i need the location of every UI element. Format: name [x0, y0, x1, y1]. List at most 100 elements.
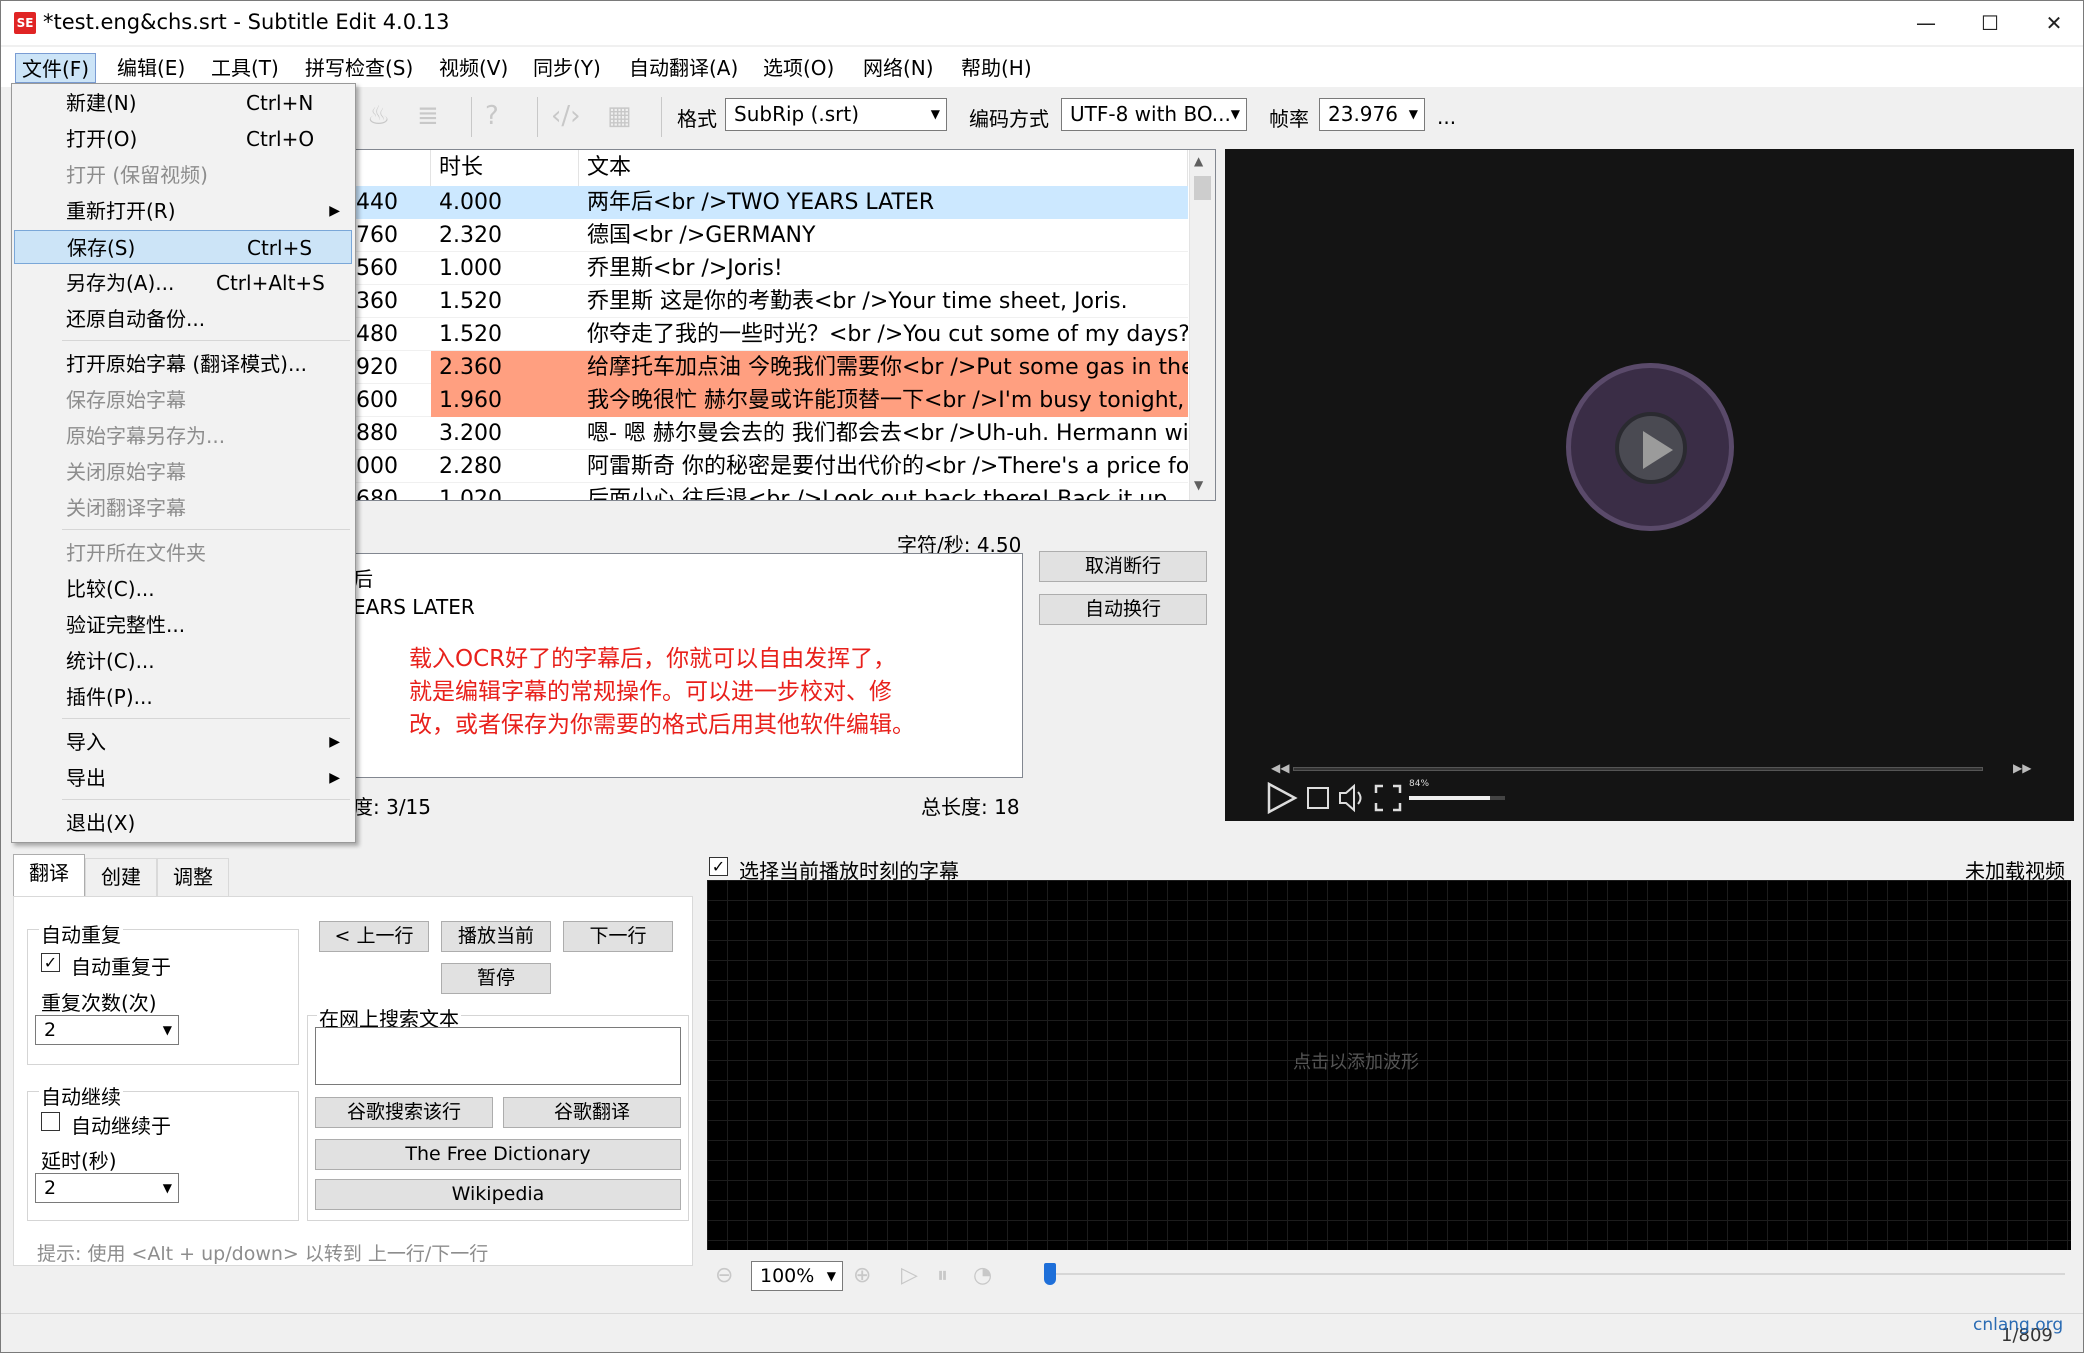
- repeat-count-label: 重复次数(次): [41, 991, 157, 1015]
- menu-auto-translate[interactable]: 自动翻译(A): [623, 53, 744, 83]
- menu-file[interactable]: 文件(F): [15, 53, 97, 83]
- hint-text: 提示: 使用 <Alt + up/down> 以转到 上一行/下一行: [37, 1243, 489, 1265]
- file-menu-item[interactable]: 统计(C)...: [14, 644, 352, 678]
- play-current-button[interactable]: 播放当前: [441, 921, 551, 952]
- auto-break-button[interactable]: 自动换行: [1039, 594, 1207, 625]
- minimize-button[interactable]: —: [1894, 1, 1958, 45]
- layout-icon[interactable]: ▦: [607, 99, 632, 133]
- auto-continue-checkbox[interactable]: [41, 1112, 60, 1131]
- scroll-up-icon[interactable]: ▲: [1194, 154, 1203, 168]
- file-menu-item: 保存原始字幕: [14, 383, 352, 417]
- zoom-select[interactable]: 100% ▼: [751, 1261, 843, 1291]
- play-control-icon[interactable]: [1265, 781, 1299, 815]
- cell-end-time: 440: [348, 186, 431, 219]
- menu-spellcheck[interactable]: 拼写检查(S): [299, 53, 419, 83]
- scroll-thumb[interactable]: [1194, 176, 1211, 200]
- menu-item-label: 比较(C)...: [66, 577, 155, 601]
- delay-select[interactable]: 2 ▼: [35, 1173, 179, 1203]
- speed-gauge-icon[interactable]: ◔: [973, 1263, 992, 1288]
- cell-duration: 2.320: [439, 223, 502, 248]
- menu-edit[interactable]: 编辑(E): [111, 53, 191, 83]
- menu-item-label: 原始字幕另存为...: [66, 424, 226, 448]
- file-menu-item[interactable]: 插件(P)...: [14, 680, 352, 714]
- zoom-in-icon[interactable]: ⊕: [853, 1263, 871, 1288]
- cell-duration: 3.200: [439, 421, 502, 446]
- submenu-arrow-icon: ▶: [329, 770, 340, 786]
- big-play-button[interactable]: [1566, 363, 1734, 531]
- play-waveform-icon[interactable]: ▷: [901, 1263, 918, 1288]
- waveform-position-track[interactable]: [1049, 1273, 2065, 1275]
- file-menu-item[interactable]: 比较(C)...: [14, 572, 352, 606]
- file-menu-item[interactable]: 另存为(A)... Ctrl+Alt+S: [14, 266, 352, 300]
- auto-repeat-checkbox[interactable]: ✓: [41, 953, 60, 972]
- pause-button[interactable]: 暂停: [441, 963, 551, 994]
- volume-slider[interactable]: [1409, 796, 1505, 800]
- help-icon[interactable]: ?: [485, 99, 499, 133]
- fps-select[interactable]: 23.976 ▼: [1319, 98, 1425, 131]
- rewind-icon[interactable]: ◀◀: [1271, 761, 1289, 775]
- tab-create[interactable]: 创建: [85, 858, 157, 896]
- cell-end-time: 560: [356, 256, 398, 281]
- tab-translate[interactable]: 翻译: [13, 854, 85, 898]
- grid-header-duration[interactable]: 时长: [431, 150, 579, 186]
- waveform-position-thumb[interactable]: [1044, 1263, 1056, 1285]
- video-seek-bar[interactable]: [1293, 767, 1983, 771]
- google-translate-button[interactable]: 谷歌翻译: [503, 1097, 681, 1128]
- file-menu-item[interactable]: 打开(O) Ctrl+O: [14, 122, 352, 156]
- menu-video[interactable]: 视频(V): [433, 53, 514, 83]
- select-current-checkbox[interactable]: ✓: [709, 857, 728, 876]
- close-button[interactable]: ✕: [2022, 1, 2083, 45]
- grid-header-text[interactable]: 文本: [579, 150, 1188, 186]
- click-to-add-waveform[interactable]: 点击以添加波形: [1293, 1048, 1419, 1074]
- wikipedia-button[interactable]: Wikipedia: [315, 1179, 681, 1210]
- forward-icon[interactable]: ▶▶: [2013, 761, 2031, 775]
- watermark: cnlang.org: [1973, 1315, 2064, 1335]
- submenu-arrow-icon: ▶: [329, 734, 340, 750]
- menu-options[interactable]: 选项(O): [757, 53, 840, 83]
- free-dictionary-button[interactable]: The Free Dictionary: [315, 1139, 681, 1170]
- file-menu-item[interactable]: 保存(S) Ctrl+S: [14, 230, 352, 264]
- format-select[interactable]: SubRip (.srt) ▼: [725, 98, 947, 131]
- next-line-button[interactable]: 下一行: [563, 921, 673, 952]
- play-pause-icon[interactable]: ⏸: [937, 1263, 948, 1288]
- fullscreen-icon[interactable]: [1373, 783, 1403, 813]
- more-button[interactable]: ...: [1437, 105, 1456, 129]
- menu-sync[interactable]: 同步(Y): [527, 53, 607, 83]
- subtitle-edit-window: SE *test.eng&chs.srt - Subtitle Edit 4.0…: [0, 0, 2084, 1353]
- toolbar-separator: [471, 97, 472, 137]
- maximize-button[interactable]: ☐: [1958, 1, 2022, 45]
- repeat-count-select[interactable]: 2 ▼: [35, 1015, 179, 1045]
- file-menu-item[interactable]: 验证完整性...: [14, 608, 352, 642]
- fire-icon[interactable]: ♨: [367, 99, 390, 133]
- stop-icon[interactable]: [1307, 787, 1329, 809]
- spellcheck-icon[interactable]: ≣: [417, 99, 439, 133]
- menu-item-label: 打开 (保留视频): [66, 163, 208, 187]
- menu-bar: 文件(F) 编辑(E) 工具(T) 拼写检查(S) 视频(V) 同步(Y) 自动…: [1, 47, 2083, 87]
- prev-line-button[interactable]: < 上一行: [319, 921, 429, 952]
- cell-text: 嗯- 嗯 赫尔曼会去的 我们都会去<br />Uh-uh. Hermann wi…: [587, 421, 1188, 446]
- volume-icon[interactable]: [1337, 783, 1367, 813]
- waveform-panel[interactable]: 点击以添加波形: [707, 880, 2071, 1250]
- grid-scrollbar[interactable]: ▲ ▼: [1189, 150, 1215, 500]
- window-title: *test.eng&chs.srt - Subtitle Edit 4.0.13: [43, 10, 450, 34]
- menu-help[interactable]: 帮助(H): [955, 53, 1038, 83]
- file-menu-item[interactable]: 打开原始字幕 (翻译模式)...: [14, 347, 352, 381]
- file-menu-item[interactable]: 重新打开(R) ▶: [14, 194, 352, 228]
- file-menu-item[interactable]: 新建(N) Ctrl+N: [14, 86, 352, 120]
- video-player[interactable]: ◀◀ ▶▶ 84%: [1225, 149, 2074, 821]
- file-menu-item[interactable]: 还原自动备份...: [14, 302, 352, 336]
- encoding-select[interactable]: UTF-8 with BO... ▼: [1061, 98, 1247, 131]
- file-menu-item[interactable]: 退出(X): [14, 806, 352, 840]
- google-search-button[interactable]: 谷歌搜索该行: [315, 1097, 493, 1128]
- zoom-out-icon[interactable]: ⊖: [715, 1263, 733, 1288]
- cell-duration: 1.960: [431, 384, 579, 417]
- tab-adjust[interactable]: 调整: [157, 858, 229, 896]
- scroll-down-icon[interactable]: ▼: [1194, 478, 1203, 492]
- menu-tools[interactable]: 工具(T): [205, 53, 285, 83]
- file-menu-item[interactable]: 导出 ▶: [14, 761, 352, 795]
- source-view-icon[interactable]: ‹/›: [551, 99, 581, 133]
- menu-network[interactable]: 网络(N): [857, 53, 940, 83]
- search-text-input[interactable]: [315, 1027, 681, 1085]
- file-menu-item[interactable]: 导入 ▶: [14, 725, 352, 759]
- unbreak-button[interactable]: 取消断行: [1039, 551, 1207, 582]
